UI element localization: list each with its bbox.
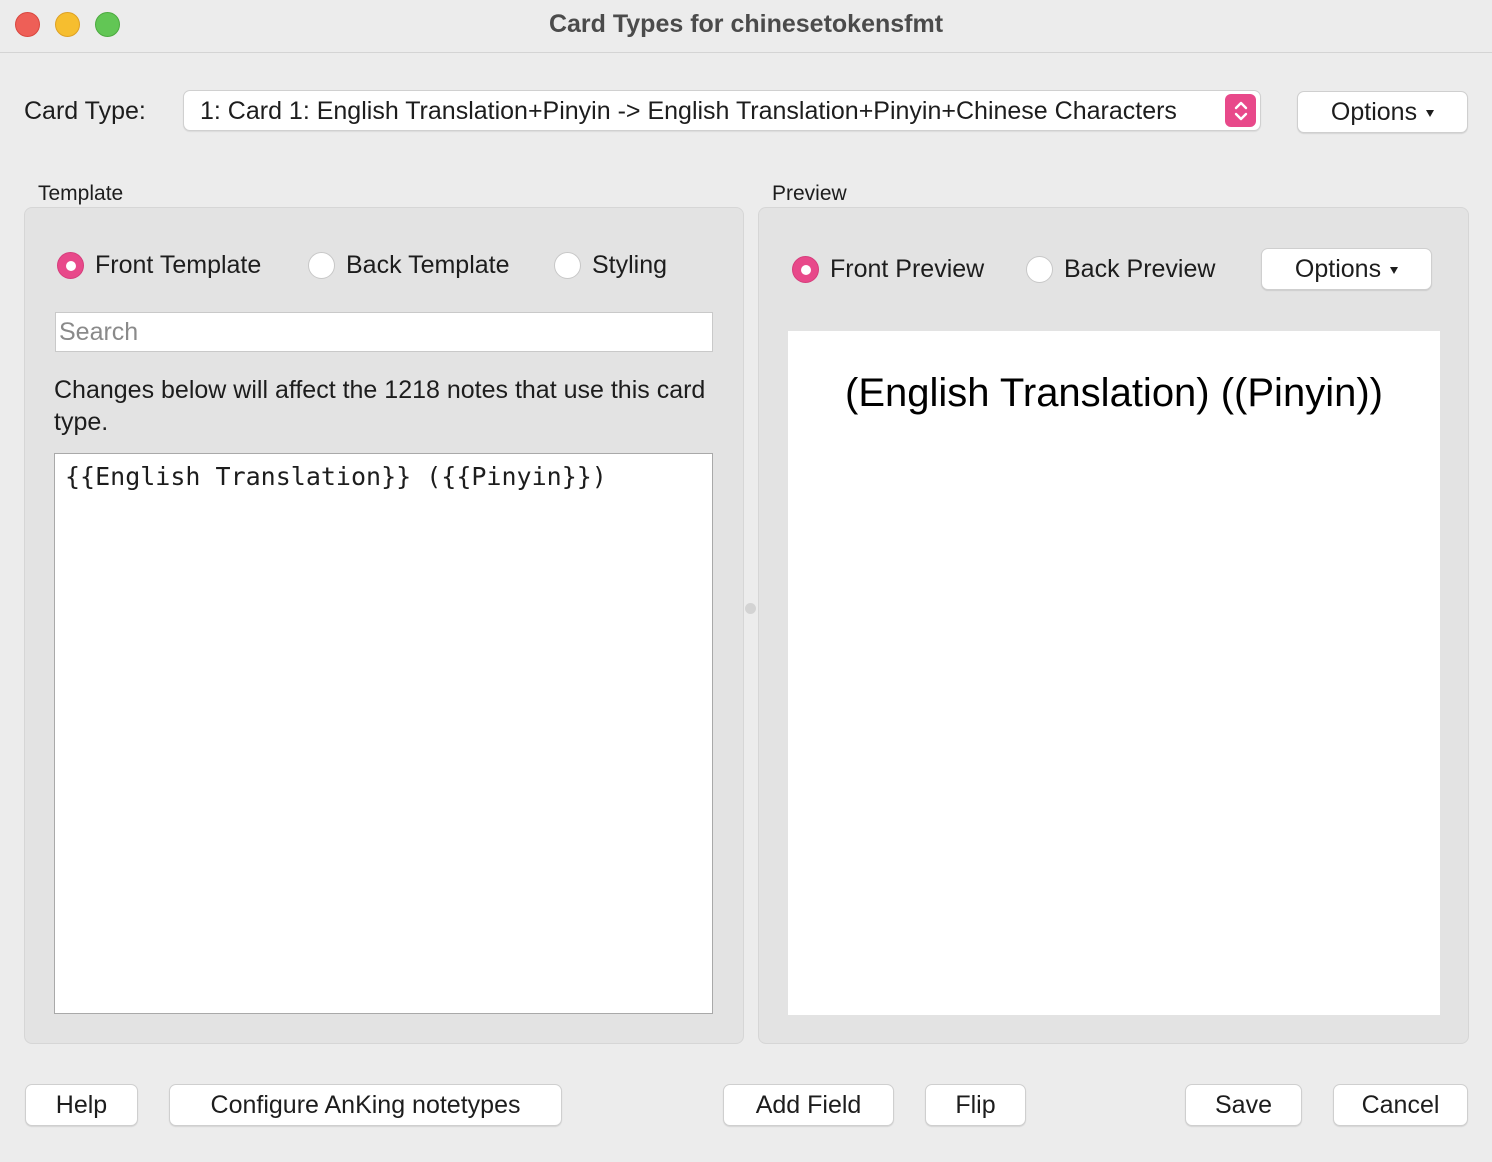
add-field-button[interactable]: Add Field (723, 1084, 894, 1126)
radio-front-preview[interactable]: Front Preview (792, 255, 984, 284)
radio-front-template-label: Front Template (95, 251, 262, 279)
radio-styling-label: Styling (592, 251, 668, 279)
card-preview: (English Translation) ((Pinyin)) (788, 331, 1440, 1015)
help-button[interactable]: Help (25, 1084, 138, 1126)
preview-section-label: Preview (772, 182, 847, 205)
caret-down-icon (1426, 110, 1435, 117)
card-type-label: Card Type: (24, 97, 146, 125)
caret-down-icon (1390, 267, 1399, 274)
radio-unchecked-icon (308, 252, 335, 279)
radio-front-preview-label: Front Preview (830, 255, 985, 283)
template-section-label: Template (38, 182, 124, 205)
preview-rendered-text: (English Translation) ((Pinyin)) (845, 371, 1383, 415)
title-bar: Card Types for chinesetokensfmt (0, 0, 1492, 53)
radio-styling[interactable]: Styling (554, 251, 667, 280)
radio-back-template[interactable]: Back Template (308, 251, 510, 280)
preview-options-label: Options (1294, 254, 1382, 283)
card-type-options-label: Options (1330, 97, 1418, 126)
radio-checked-icon (792, 256, 819, 283)
card-type-select[interactable]: 1: Card 1: English Translation+Pinyin ->… (183, 90, 1261, 131)
radio-back-preview-label: Back Preview (1064, 255, 1216, 283)
radio-back-template-label: Back Template (346, 251, 510, 279)
flip-button[interactable]: Flip (925, 1084, 1026, 1126)
card-type-selected-value: 1: Card 1: English Translation+Pinyin ->… (200, 97, 1177, 125)
configure-anking-button[interactable]: Configure AnKing notetypes (169, 1084, 562, 1126)
card-type-options-button[interactable]: Options (1297, 91, 1468, 133)
radio-unchecked-icon (554, 252, 581, 279)
window-title: Card Types for chinesetokensfmt (548, 10, 944, 38)
cancel-button[interactable]: Cancel (1333, 1084, 1468, 1126)
radio-front-template[interactable]: Front Template (57, 251, 261, 280)
search-input[interactable] (55, 312, 713, 352)
radio-unchecked-icon (1026, 256, 1053, 283)
save-button[interactable]: Save (1185, 1084, 1302, 1126)
radio-back-preview[interactable]: Back Preview (1026, 255, 1215, 284)
template-editor[interactable]: {{English Translation}} ({{Pinyin}}) (54, 453, 713, 1014)
radio-checked-icon (57, 252, 84, 279)
affected-notes-info: Changes below will affect the 1218 notes… (54, 376, 706, 436)
preview-options-button[interactable]: Options (1261, 248, 1432, 290)
splitter-handle[interactable] (745, 603, 756, 614)
select-stepper-icon (1225, 94, 1256, 127)
